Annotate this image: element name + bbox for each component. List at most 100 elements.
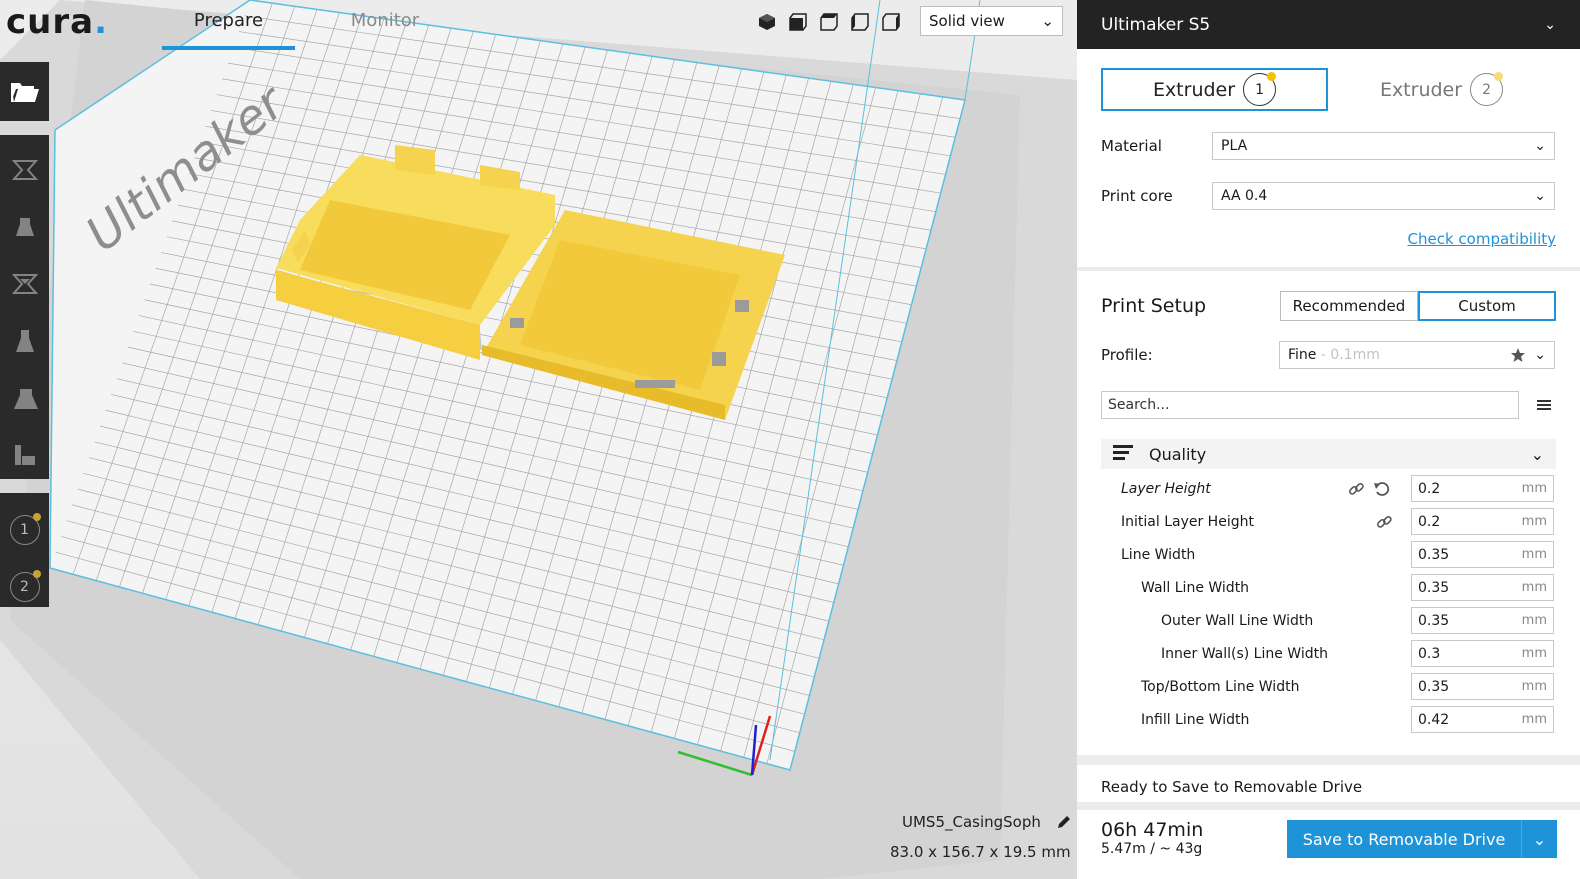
3d-view-icon[interactable]: [755, 10, 778, 33]
quality-layers-icon: [1113, 445, 1133, 460]
setting-value-field[interactable]: 0.35 mm: [1411, 673, 1554, 700]
cura-logo: cura.: [6, 2, 108, 42]
material-label: Material: [1101, 137, 1162, 155]
setting-unit: mm: [1521, 481, 1547, 496]
setting-value-field[interactable]: 0.35 mm: [1411, 541, 1554, 568]
setting-value: 0.2: [1418, 480, 1441, 497]
setting-value-field[interactable]: 0.3 mm: [1411, 640, 1554, 667]
print-core-value: AA 0.4: [1221, 188, 1268, 204]
left-view-icon[interactable]: [848, 10, 871, 33]
custom-mode-button[interactable]: Custom: [1418, 291, 1556, 321]
print-settings-panel: Ultimaker S5 ⌄ Extruder 1 Extruder 2 Mat…: [1077, 0, 1580, 879]
material-estimate: 5.47m / ~ 43g: [1101, 841, 1203, 857]
rotate-tool-button[interactable]: [0, 255, 49, 312]
profile-select[interactable]: Fine - 0.1mm ⌄: [1279, 341, 1555, 369]
tab-monitor[interactable]: Monitor: [320, 10, 450, 31]
chevron-down-icon: ⌄: [1534, 138, 1546, 154]
setting-value: 0.3: [1418, 645, 1441, 662]
tab-prepare[interactable]: Prepare: [162, 10, 295, 50]
setting-unit: mm: [1521, 679, 1547, 694]
setting-name: Wall Line Width: [1141, 579, 1250, 596]
build-plate-scene: Ultimaker: [0, 0, 1077, 879]
chevron-down-icon: ⌄: [1041, 12, 1054, 30]
extruder-1-button[interactable]: 1: [0, 501, 49, 558]
link-icon[interactable]: [1347, 480, 1365, 498]
extruder-tab-label: Extruder: [1379, 78, 1463, 101]
support-blocker-button[interactable]: [0, 426, 49, 483]
view-orientation-buttons: [755, 10, 902, 33]
print-setup-header: Print Setup Recommended Custom: [1101, 291, 1556, 321]
move-icon: [11, 159, 38, 180]
setting-row: Infill Line Width 0.42 mm: [1101, 703, 1556, 736]
profile-value-text: Fine - 0.1mm: [1288, 347, 1380, 363]
scale-tool-button[interactable]: [0, 198, 49, 255]
setting-unit: mm: [1521, 646, 1547, 661]
extruder-1-badge: 1: [1243, 72, 1277, 106]
setting-row: Outer Wall Line Width 0.35 mm: [1101, 604, 1556, 637]
extruder-selector: 1 2: [0, 493, 49, 607]
extruder-tabs: Extruder 1 Extruder 2: [1101, 68, 1556, 111]
printer-name: Ultimaker S5: [1101, 14, 1211, 35]
chevron-down-icon: ⌄: [1534, 188, 1546, 204]
setting-name: Line Width: [1121, 546, 1196, 563]
right-view-icon[interactable]: [879, 10, 902, 33]
extruder-1-indicator: 1: [9, 512, 41, 545]
setting-value-field[interactable]: 0.35 mm: [1411, 607, 1554, 634]
settings-search-input[interactable]: [1101, 391, 1519, 419]
settings-menu-button[interactable]: [1533, 399, 1555, 411]
settings-search-row: [1101, 391, 1556, 419]
tab-extruder-2[interactable]: Extruder 2: [1328, 68, 1555, 111]
save-to-removable-drive-button[interactable]: Save to Removable Drive ⌄: [1287, 820, 1557, 858]
open-file-button[interactable]: [0, 62, 49, 121]
check-compatibility-link[interactable]: Check compatibility: [1408, 230, 1557, 248]
setting-value: 0.35: [1418, 678, 1450, 695]
setting-unit: mm: [1521, 547, 1547, 562]
setting-actions: [1347, 480, 1391, 498]
tab-extruder-1[interactable]: Extruder 1: [1101, 68, 1328, 111]
chevron-down-icon[interactable]: ⌄: [1521, 820, 1557, 858]
setting-value: 0.2: [1418, 513, 1441, 530]
3d-viewport[interactable]: Ultimaker cura. Prepare Monitor Solid vi…: [0, 0, 1077, 879]
per-model-settings-button[interactable]: [0, 369, 49, 426]
star-icon[interactable]: [1510, 347, 1526, 363]
material-value: PLA: [1221, 138, 1248, 154]
setting-unit: mm: [1521, 514, 1547, 529]
reset-icon[interactable]: [1373, 480, 1391, 498]
quality-category-header[interactable]: Quality ⌄: [1101, 439, 1556, 469]
top-view-icon[interactable]: [817, 10, 840, 33]
support-blocker-icon: [14, 444, 35, 465]
extruder-2-button[interactable]: 2: [0, 558, 49, 615]
model-dimensions: 83.0 x 156.7 x 19.5 mm: [890, 843, 1071, 861]
move-tool-button[interactable]: [0, 141, 49, 198]
print-estimate[interactable]: 06h 47min 5.47m / ~ 43g: [1101, 819, 1203, 857]
print-core-select[interactable]: AA 0.4 ⌄: [1212, 182, 1555, 210]
scale-icon: [15, 217, 34, 236]
material-row: Material PLA ⌄: [1101, 132, 1556, 160]
extruder-2-indicator: 2: [9, 569, 41, 602]
setting-value-field[interactable]: 0.2 mm: [1411, 475, 1554, 502]
setting-value-field[interactable]: 0.35 mm: [1411, 574, 1554, 601]
mirror-tool-button[interactable]: [0, 312, 49, 369]
setting-value-field[interactable]: 0.42 mm: [1411, 706, 1554, 733]
material-select[interactable]: PLA ⌄: [1212, 132, 1555, 160]
setting-row: Line Width 0.35 mm: [1101, 538, 1556, 571]
profile-label: Profile:: [1101, 346, 1153, 364]
setting-row: Initial Layer Height 0.2 mm: [1101, 505, 1556, 538]
printer-selector[interactable]: Ultimaker S5 ⌄: [1077, 0, 1580, 49]
setting-unit: mm: [1521, 712, 1547, 727]
print-core-row: Print core AA 0.4 ⌄: [1101, 182, 1556, 210]
recommended-mode-button[interactable]: Recommended: [1280, 291, 1418, 321]
setting-value: 0.42: [1418, 711, 1450, 728]
chevron-down-icon: ⌄: [1544, 16, 1556, 33]
setting-name: Layer Height: [1121, 480, 1211, 497]
save-button-label: Save to Removable Drive: [1302, 829, 1506, 849]
link-icon[interactable]: [1375, 513, 1393, 531]
pencil-icon[interactable]: [1055, 813, 1073, 831]
view-mode-select[interactable]: Solid view ⌄: [920, 6, 1063, 36]
print-setup-card: Print Setup Recommended Custom Profile: …: [1077, 271, 1580, 755]
ready-status-text: Ready to Save to Removable Drive: [1101, 778, 1363, 796]
output-status-area: Ready to Save to Removable Drive 06h 47m…: [1077, 765, 1580, 879]
extruder-2-badge: 2: [1470, 72, 1504, 106]
front-view-icon[interactable]: [786, 10, 809, 33]
setting-value-field[interactable]: 0.2 mm: [1411, 508, 1554, 535]
